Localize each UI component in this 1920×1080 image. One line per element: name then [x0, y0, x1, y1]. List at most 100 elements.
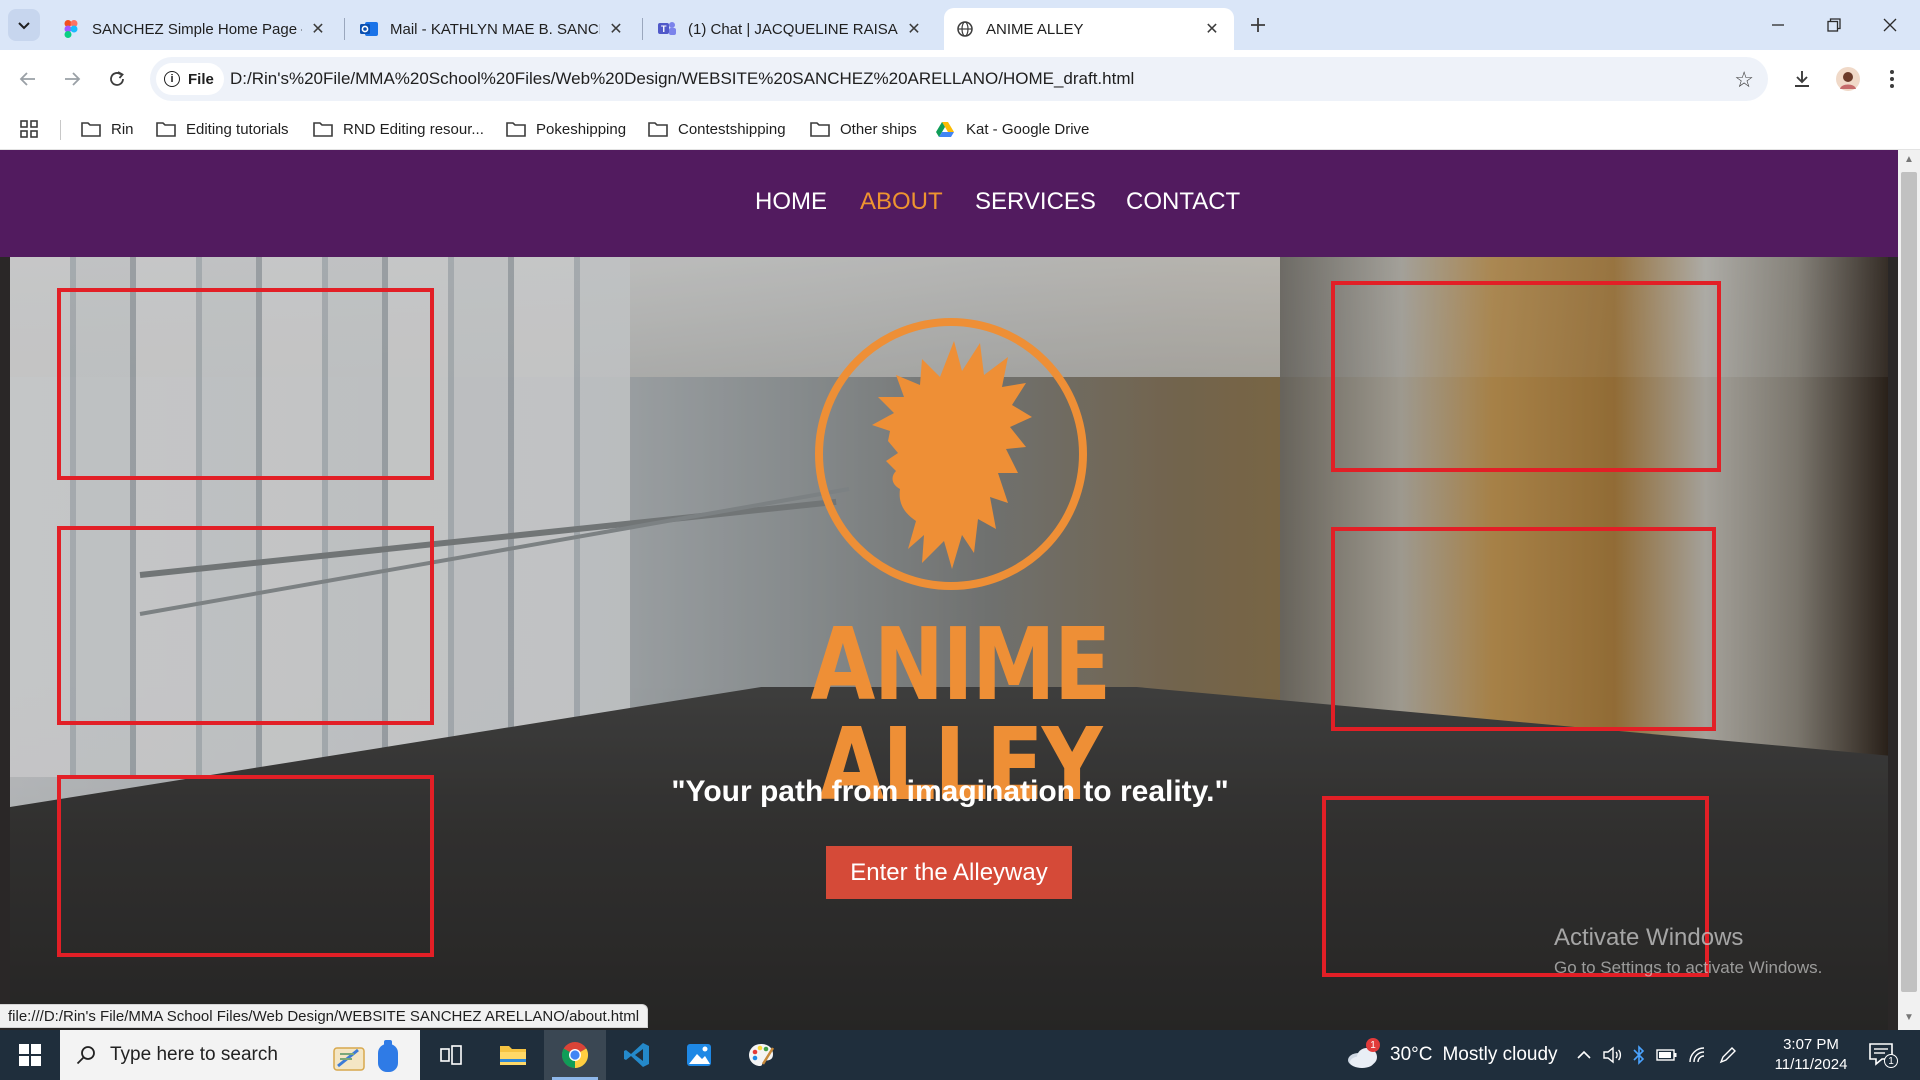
close-icon[interactable]: ✕	[904, 19, 924, 39]
highlight-box	[57, 775, 434, 957]
folder-icon	[81, 121, 101, 137]
weather-widget[interactable]: 1 30°C Mostly cloudy	[1346, 1030, 1558, 1080]
activate-windows-subtitle: Go to Settings to activate Windows.	[1554, 958, 1823, 977]
restore-button[interactable]	[1806, 0, 1862, 50]
weather-condition: Mostly cloudy	[1442, 1044, 1558, 1065]
wifi-icon[interactable]	[1688, 1046, 1708, 1064]
close-icon[interactable]: ✕	[1202, 19, 1222, 39]
close-icon[interactable]: ✕	[606, 19, 626, 39]
browser-toolbar: i File D:/Rin's%20File/MMA%20School%20Fi…	[0, 50, 1920, 108]
outlook-icon	[360, 20, 378, 38]
file-explorer-button[interactable]	[482, 1030, 544, 1080]
google-drive-icon	[936, 121, 956, 137]
taskbar-clock[interactable]: 3:07 PM 11/11/2024	[1768, 1035, 1854, 1075]
scroll-up-icon[interactable]: ▲	[1903, 154, 1915, 165]
more-vertical-icon	[1890, 70, 1894, 88]
new-tab-button[interactable]	[1245, 12, 1271, 38]
bookmark-contestshipping[interactable]: Contestshipping	[648, 117, 786, 141]
notification-icon: 1	[1868, 1042, 1898, 1068]
url-text[interactable]: D:/Rin's%20File/MMA%20School%20Files/Web…	[230, 69, 1134, 89]
avatar	[1836, 67, 1860, 91]
bluetooth-icon[interactable]	[1632, 1045, 1646, 1065]
bookmarks-divider	[60, 120, 61, 140]
enter-alleyway-button[interactable]: Enter the Alleyway	[826, 846, 1072, 899]
paint-button[interactable]	[730, 1030, 792, 1080]
bookmark-label: RND Editing resour...	[343, 120, 484, 138]
profile-button[interactable]	[1832, 63, 1864, 95]
tab-title: Mail - KATHLYN MAE B. SANCHEZ	[390, 20, 600, 38]
site-info-chip[interactable]: i File	[156, 63, 224, 95]
close-window-button[interactable]	[1862, 0, 1918, 50]
tab-search-button[interactable]	[8, 9, 40, 41]
nav-about[interactable]: ABOUT	[860, 188, 943, 216]
forward-button[interactable]	[56, 63, 88, 95]
windows-logo-icon	[19, 1044, 41, 1066]
bookmark-kat-drive[interactable]: Kat - Google Drive	[936, 117, 1089, 141]
downloads-button[interactable]	[1786, 63, 1818, 95]
start-button[interactable]	[0, 1030, 60, 1080]
arrow-left-icon	[19, 72, 35, 86]
chevron-down-icon	[18, 22, 30, 30]
photos-button[interactable]	[668, 1030, 730, 1080]
site-navbar: HOME ABOUT SERVICES CONTACT	[0, 150, 1898, 257]
scrollbar-thumb[interactable]	[1901, 172, 1917, 992]
svg-text:T: T	[661, 24, 667, 34]
bookmark-rnd-editing[interactable]: RND Editing resour...	[313, 117, 484, 141]
nav-home[interactable]: HOME	[755, 188, 827, 216]
pen-icon[interactable]	[1718, 1045, 1738, 1065]
weather-alert-badge: 1	[1366, 1038, 1380, 1052]
back-button[interactable]	[12, 63, 44, 95]
notification-center-button[interactable]: 1	[1868, 1030, 1898, 1080]
bookmark-label: Pokeshipping	[536, 120, 627, 138]
info-icon: i	[164, 71, 180, 87]
arrow-right-icon	[65, 72, 81, 86]
bookmark-editing-tutorials[interactable]: Editing tutorials	[156, 117, 289, 141]
activate-windows-title: Activate Windows	[1554, 924, 1744, 951]
vertical-scrollbar[interactable]: ▲ ▼	[1898, 150, 1920, 1030]
tab-title: (1) Chat | JACQUELINE RAISA B.	[688, 20, 898, 38]
speaker-icon[interactable]	[1602, 1046, 1622, 1064]
task-view-button[interactable]	[420, 1030, 482, 1080]
tab-teams-chat[interactable]: T (1) Chat | JACQUELINE RAISA B. ✕	[646, 8, 936, 50]
minimize-button[interactable]	[1750, 0, 1806, 50]
folder-icon	[648, 121, 668, 137]
tab-divider	[642, 18, 643, 40]
vscode-button[interactable]	[606, 1030, 668, 1080]
bookmark-pokeshipping[interactable]: Pokeshipping	[506, 117, 626, 141]
bookmark-label: Editing tutorials	[186, 120, 289, 138]
nav-contact[interactable]: CONTACT	[1126, 188, 1240, 216]
download-icon	[1795, 71, 1809, 87]
tab-strip: SANCHEZ Simple Home Page – ✕ Mail - KATH…	[0, 0, 1920, 50]
folder-icon	[810, 121, 830, 137]
bookmark-other-ships[interactable]: Other ships	[810, 117, 917, 141]
hero-tagline: "Your path from imagination to reality."	[671, 775, 1229, 808]
close-icon[interactable]: ✕	[308, 19, 328, 39]
tab-sanchez-home[interactable]: SANCHEZ Simple Home Page – ✕	[50, 8, 340, 50]
notification-badge: 1	[1884, 1054, 1898, 1068]
chevron-up-icon[interactable]	[1576, 1047, 1592, 1063]
search-icon	[76, 1046, 95, 1065]
highlight-box	[1331, 281, 1721, 472]
clock-time: 3:07 PM	[1783, 1036, 1839, 1053]
menu-button[interactable]	[1876, 63, 1908, 95]
tab-anime-alley[interactable]: ANIME ALLEY ✕	[944, 8, 1234, 50]
reload-button[interactable]	[101, 63, 133, 95]
task-view-icon	[440, 1045, 462, 1065]
scroll-down-icon[interactable]: ▼	[1903, 1012, 1915, 1023]
highlight-box	[1331, 527, 1716, 731]
battery-icon[interactable]	[1656, 1048, 1678, 1062]
folder-icon	[506, 121, 526, 137]
highlight-box	[57, 526, 434, 725]
search-placeholder: Type here to search	[110, 1044, 278, 1065]
address-bar[interactable]: i File D:/Rin's%20File/MMA%20School%20Fi…	[150, 57, 1768, 101]
taskbar-search[interactable]: Type here to search	[60, 1030, 420, 1080]
bookmark-rin[interactable]: Rin	[81, 117, 134, 141]
tab-mail[interactable]: Mail - KATHLYN MAE B. SANCHEZ ✕	[348, 8, 638, 50]
chrome-button[interactable]	[544, 1030, 606, 1080]
paint-palette-icon	[749, 1044, 775, 1066]
reload-icon	[110, 71, 124, 86]
nav-services[interactable]: SERVICES	[975, 188, 1096, 216]
apps-button[interactable]	[20, 117, 38, 141]
bookmark-star-icon[interactable]: ☆	[1734, 67, 1754, 93]
bookmarks-bar: Rin Editing tutorials RND Editing resour…	[0, 108, 1920, 150]
